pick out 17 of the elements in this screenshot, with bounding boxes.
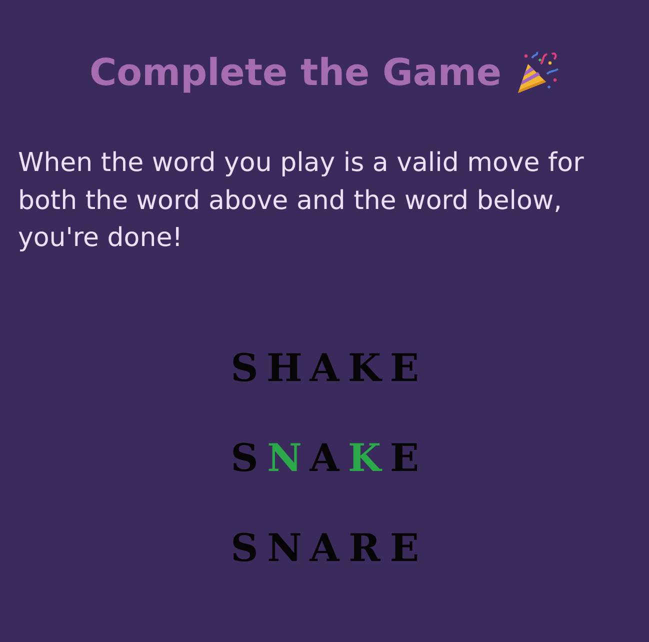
page-title: Complete the Game (89, 51, 502, 95)
word-letter: N (266, 524, 303, 572)
word-letter: E (389, 344, 420, 392)
word-letter: R (348, 524, 382, 572)
word-letter: K (346, 434, 384, 482)
word-letter: K (346, 344, 384, 392)
word-letter: A (308, 434, 341, 482)
word-letter: E (389, 524, 420, 572)
word-letter: S (230, 434, 260, 482)
word-letter: A (308, 524, 341, 572)
word-letter: A (308, 344, 341, 392)
word-letter: S (230, 344, 260, 392)
word-letter: E (389, 434, 420, 482)
instruction-text: When the word you play is a valid move for both the word above and the word below, you're done! (18, 147, 585, 255)
word-letter: N (266, 434, 303, 482)
word-letter: S (230, 524, 260, 572)
word-letter: H (266, 344, 304, 392)
